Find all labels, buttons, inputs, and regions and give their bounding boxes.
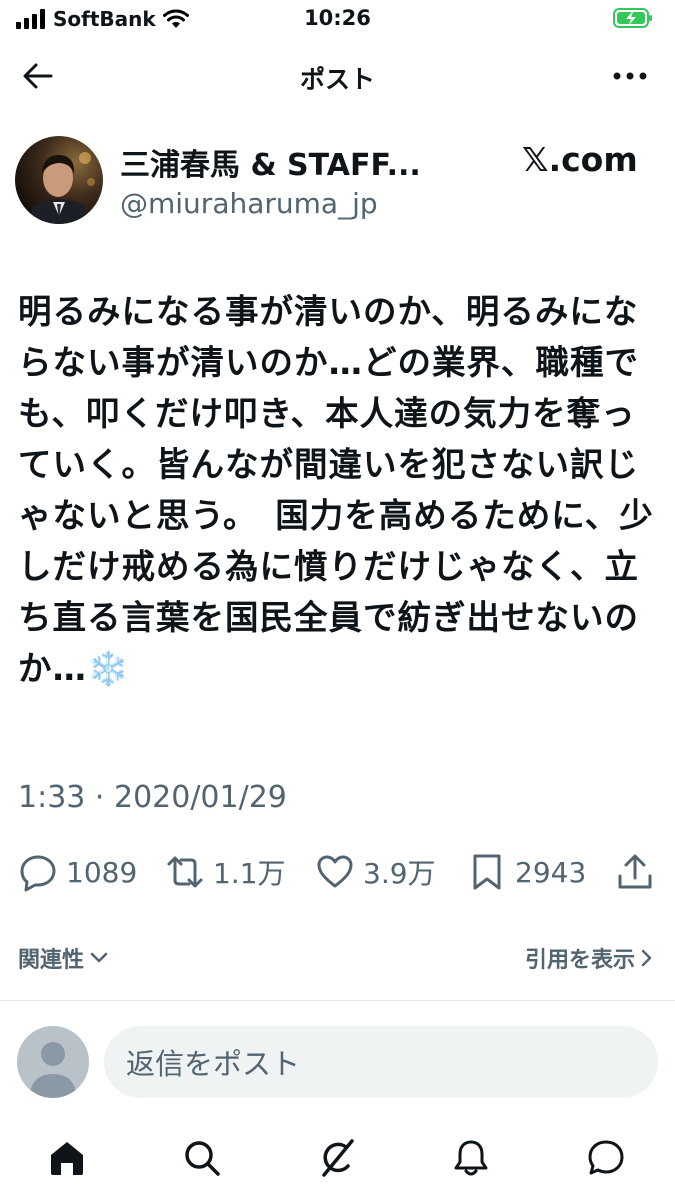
notifications-icon	[454, 1140, 488, 1176]
author-name[interactable]: 三浦春馬 & STAFF...	[120, 140, 421, 184]
author-avatar[interactable]	[15, 136, 103, 224]
repost-button[interactable]: 1.1万	[165, 848, 286, 896]
search-icon	[185, 1141, 220, 1176]
messages-icon	[588, 1140, 624, 1175]
more-icon	[613, 72, 647, 80]
grok-icon	[322, 1139, 354, 1177]
share-button[interactable]	[616, 848, 654, 896]
view-quotes-button[interactable]: 引用を表示	[525, 942, 653, 974]
avatar-photo	[15, 136, 103, 224]
chevron-right-icon	[641, 949, 652, 967]
nav-grok[interactable]	[307, 1130, 367, 1186]
like-count: 3.9万	[363, 857, 436, 890]
divider	[0, 1000, 675, 1001]
reply-input[interactable]: 返信をポスト	[104, 1026, 658, 1098]
bookmark-count: 2943	[515, 855, 587, 889]
post-text: 明るみになる事が清いのか、明るみにならない事が清いのか…どの業界、職種でも、叩く…	[18, 292, 654, 688]
like-icon	[317, 855, 353, 888]
view-quotes-label: 引用を表示	[524, 948, 635, 973]
nav-messages[interactable]	[576, 1130, 636, 1186]
reply-icon	[20, 855, 56, 892]
status-time: 10:26	[304, 6, 371, 30]
post-timestamp[interactable]: 1:33 · 2020/01/29	[18, 780, 287, 815]
nav-search[interactable]	[172, 1130, 232, 1186]
like-button[interactable]: 3.9万	[315, 848, 436, 896]
battery-icon	[613, 8, 652, 28]
nav-home[interactable]	[37, 1130, 97, 1186]
source-domain: 𝕏.com	[522, 140, 638, 179]
related-sort-button[interactable]: 関連性	[18, 942, 108, 974]
repost-icon	[167, 856, 203, 888]
share-icon	[618, 854, 652, 889]
more-button[interactable]	[607, 60, 653, 92]
author-handle[interactable]: @miuraharuma_jp	[120, 187, 378, 220]
related-label: 関連性	[18, 948, 85, 973]
home-icon	[51, 1142, 83, 1175]
nav-notifications[interactable]	[441, 1130, 501, 1186]
chevron-down-icon	[90, 952, 108, 963]
page-title: ポスト	[299, 65, 375, 94]
bookmark-button[interactable]: 2943	[467, 848, 586, 896]
bookmark-icon	[473, 854, 501, 890]
reply-placeholder: 返信をポスト	[126, 1047, 301, 1081]
default-avatar-icon	[17, 1026, 89, 1098]
repost-count: 1.1万	[213, 857, 286, 890]
reply-count: 1089	[66, 855, 138, 889]
user-avatar[interactable]	[17, 1026, 89, 1098]
reply-button[interactable]: 1089	[18, 848, 137, 896]
